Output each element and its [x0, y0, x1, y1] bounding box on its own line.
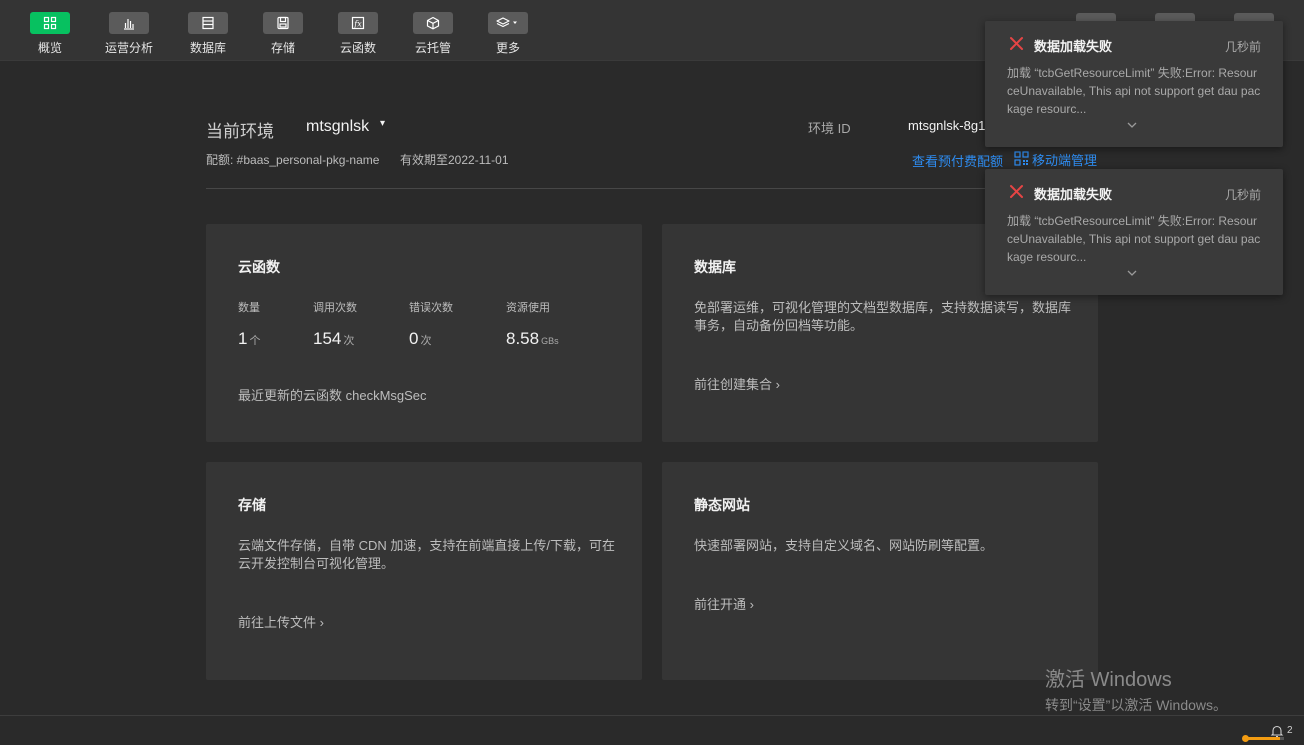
- toolbar-analytics-button[interactable]: 运营分析: [99, 12, 159, 58]
- header-divider: [206, 188, 1098, 189]
- toast-message: 加载 “tcbGetResourceLimit” 失败:Error: Resou…: [1007, 66, 1261, 116]
- mobile-management-link[interactable]: 移动端管理: [1014, 150, 1097, 169]
- watermark-title: 激活 Windows: [1045, 669, 1172, 691]
- recent-function-text[interactable]: 最近更新的云函数 checkMsgSec: [238, 385, 427, 404]
- stat-count-label: 数量: [238, 302, 260, 314]
- mobile-management-label: 移动端管理: [1032, 153, 1098, 168]
- toolbar-functions-button[interactable]: fx 云函数: [328, 12, 388, 58]
- toolbar-database-button[interactable]: 数据库: [178, 12, 238, 58]
- toolbar-functions-label: 云函数: [339, 41, 376, 55]
- database-card-desc: 免部署运维，可视化管理的文档型数据库，支持数据读写，数据库事务，自动备份回档等功…: [694, 300, 1072, 333]
- functions-card-title: 云函数: [238, 259, 280, 275]
- stat-errors-unit: 次: [420, 335, 432, 347]
- qr-code-icon: [1014, 150, 1029, 169]
- database-card-link[interactable]: 前往创建集合 ›: [694, 374, 780, 393]
- env-id-value: mtsgnlsk-8g1: [908, 118, 986, 133]
- storage-card-desc: 云端文件存储，自带 CDN 加速，支持在前端直接上传/下载，可在云开发控制台可视…: [238, 538, 616, 571]
- toast-time: 几秒前: [1224, 188, 1261, 202]
- function-icon: fx: [338, 12, 378, 34]
- bell-icon[interactable]: [1270, 724, 1284, 738]
- notification-count: 2: [1287, 725, 1293, 736]
- layers-icon: [488, 12, 528, 34]
- chevron-down-icon[interactable]: [1126, 121, 1138, 129]
- chevron-down-icon[interactable]: [1126, 269, 1138, 277]
- status-progress-fill: [1244, 737, 1280, 740]
- toolbar-more-button[interactable]: 更多: [478, 12, 538, 58]
- stat-errors-label: 错误次数: [409, 302, 453, 314]
- chevron-right-icon: ›: [749, 597, 754, 612]
- svg-text:fx: fx: [353, 20, 362, 29]
- error-toast[interactable]: 数据加载失败 几秒前 加载 “tcbGetResourceLimit” 失败:E…: [985, 21, 1283, 147]
- stat-resource-unit: GBs: [541, 336, 559, 346]
- storage-card-link[interactable]: 前往上传文件 ›: [238, 612, 324, 631]
- storage-card-title: 存储: [238, 497, 266, 513]
- stat-resource-label: 资源使用: [506, 302, 550, 314]
- error-close-icon: [1010, 37, 1023, 50]
- stat-count-unit: 个: [249, 335, 261, 347]
- hosting-card-desc: 快速部署网站，支持自定义域名、网站防刷等配置。: [694, 538, 994, 553]
- hosting-card: 静态网站 快速部署网站，支持自定义域名、网站防刷等配置。 前往开通 ›: [662, 462, 1098, 680]
- database-card-link-label: 前往创建集合: [694, 377, 773, 392]
- stat-invocations-unit: 次: [343, 335, 355, 347]
- toolbar-storage-button[interactable]: 存储: [253, 12, 313, 58]
- stat-errors: 错误次数 0次: [409, 299, 453, 349]
- stat-count-value: 1: [238, 329, 248, 348]
- grid-icon: [30, 12, 70, 34]
- quota-text: 配额: #baas_personal-pkg-name: [206, 153, 380, 167]
- hosting-card-link-label: 前往开通: [694, 597, 747, 612]
- chevron-right-icon: ›: [775, 377, 780, 392]
- bar-chart-icon: [109, 12, 149, 34]
- stat-invocations: 调用次数 154 次: [313, 299, 357, 349]
- storage-card-link-label: 前往上传文件: [238, 615, 317, 630]
- toolbar-overview-button[interactable]: 概览: [20, 12, 80, 58]
- toolbar-database-label: 数据库: [189, 41, 226, 55]
- prepaid-quota-link[interactable]: 查看预付费配额: [912, 151, 1003, 170]
- toolbar-storage-label: 存储: [270, 41, 295, 55]
- functions-card: 云函数 数量 1个 调用次数 154 次 错误次数 0次 资源使用 8.58 GBs…: [206, 224, 642, 442]
- current-env-label: 当前环境: [206, 122, 274, 141]
- toolbar-overview-label: 概览: [37, 41, 62, 55]
- stat-invocations-value: 154: [313, 329, 342, 348]
- storage-card: 存储 云端文件存储，自带 CDN 加速，支持在前端直接上传/下载，可在云开发控制…: [206, 462, 642, 680]
- toolbar-cloudhosting-button[interactable]: 云托管: [403, 12, 463, 58]
- toolbar-analytics-label: 运营分析: [104, 41, 153, 55]
- hosting-card-title: 静态网站: [694, 497, 750, 513]
- env-select[interactable]: mtsgnlsk: [306, 118, 369, 136]
- toast-title: 数据加载失败: [1034, 187, 1113, 202]
- stat-count: 数量 1个: [238, 299, 260, 349]
- stat-errors-value: 0: [409, 329, 419, 348]
- toolbar-more-label: 更多: [495, 41, 520, 55]
- storage-icon: [263, 12, 303, 34]
- toolbar-cloudhosting-label: 云托管: [414, 41, 451, 55]
- error-close-icon: [1010, 185, 1023, 198]
- status-bar-divider: [0, 715, 1304, 716]
- stat-resource-value: 8.58: [506, 329, 540, 348]
- toast-message: 加载 “tcbGetResourceLimit” 失败:Error: Resou…: [1007, 214, 1261, 264]
- watermark-subtitle: 转到“设置”以激活 Windows。: [1045, 697, 1228, 713]
- database-icon: [188, 12, 228, 34]
- error-toast[interactable]: 数据加载失败 几秒前 加载 “tcbGetResourceLimit” 失败:E…: [985, 169, 1283, 295]
- chevron-right-icon: ›: [319, 615, 324, 630]
- status-progress-bar: [1242, 735, 1284, 742]
- env-id-label: 环境 ID: [808, 121, 851, 136]
- caret-down-icon[interactable]: ▾: [380, 118, 385, 129]
- toast-title: 数据加载失败: [1034, 39, 1113, 54]
- hosting-card-link[interactable]: 前往开通 ›: [694, 594, 754, 613]
- stat-resource: 资源使用 8.58 GBs: [506, 299, 559, 349]
- cube-icon: [413, 12, 453, 34]
- database-card-title: 数据库: [694, 259, 736, 275]
- expire-text: 有效期至2022-11-01: [400, 153, 509, 167]
- stat-invocations-label: 调用次数: [313, 302, 357, 314]
- status-progress-dot: [1242, 735, 1249, 742]
- toast-time: 几秒前: [1224, 40, 1261, 54]
- windows-activation-watermark: 激活 Windows 转到“设置”以激活 Windows。: [1045, 663, 1227, 715]
